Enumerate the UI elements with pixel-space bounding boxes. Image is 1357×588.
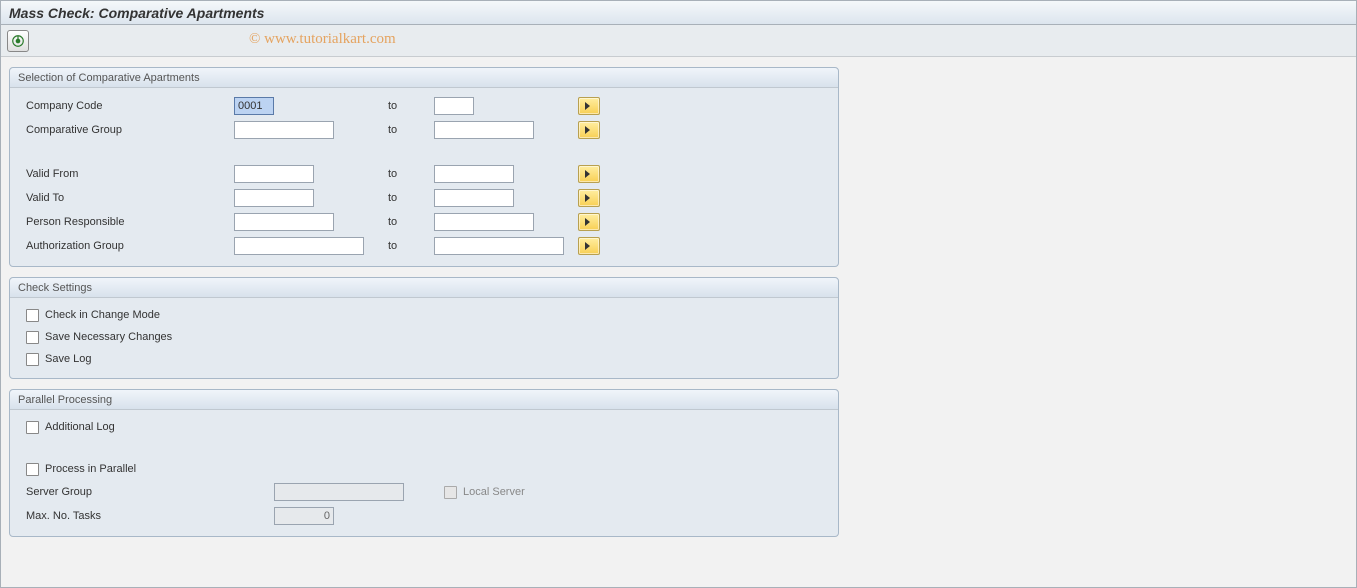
comparative-group-from-input[interactable] bbox=[234, 121, 334, 139]
server-group-input bbox=[274, 483, 404, 501]
arrow-right-icon bbox=[584, 125, 594, 135]
save-changes-checkbox[interactable] bbox=[26, 331, 39, 344]
group-parallel-processing: Parallel Processing Additional Log Proce… bbox=[9, 389, 839, 537]
to-label: to bbox=[384, 124, 434, 136]
check-change-mode-checkbox[interactable] bbox=[26, 309, 39, 322]
group-selection-header: Selection of Comparative Apartments bbox=[10, 68, 838, 88]
person-responsible-from-input[interactable] bbox=[234, 213, 334, 231]
row-save-log: Save Log bbox=[14, 348, 834, 370]
group-check-header: Check Settings bbox=[10, 278, 838, 298]
row-process-parallel: Process in Parallel bbox=[14, 458, 834, 480]
arrow-right-icon bbox=[584, 169, 594, 179]
arrow-right-icon bbox=[584, 217, 594, 227]
person-responsible-label: Person Responsible bbox=[14, 216, 234, 228]
watermark-text: © www.tutorialkart.com bbox=[249, 31, 396, 48]
row-comparative-group: Comparative Group to bbox=[14, 118, 834, 142]
additional-log-label: Additional Log bbox=[45, 421, 115, 433]
local-server-checkbox bbox=[444, 486, 457, 499]
comparative-group-label: Comparative Group bbox=[14, 124, 234, 136]
company-code-to-input[interactable] bbox=[434, 97, 474, 115]
arrow-right-icon bbox=[584, 101, 594, 111]
valid-from-to-input[interactable] bbox=[434, 165, 514, 183]
valid-to-from-input[interactable] bbox=[234, 189, 314, 207]
to-label: to bbox=[384, 216, 434, 228]
company-code-from-input[interactable] bbox=[234, 97, 274, 115]
server-group-label: Server Group bbox=[14, 486, 274, 498]
group-parallel-header: Parallel Processing bbox=[10, 390, 838, 410]
app-window: Mass Check: Comparative Apartments © www… bbox=[0, 0, 1357, 588]
person-responsible-multi-button[interactable] bbox=[578, 213, 600, 231]
group-parallel-body: Additional Log Process in Parallel Serve… bbox=[10, 410, 838, 530]
group-selection-body: Company Code to Comparative Group to bbox=[10, 88, 838, 260]
toolbar: © www.tutorialkart.com bbox=[1, 25, 1356, 57]
group-check-settings: Check Settings Check in Change Mode Save… bbox=[9, 277, 839, 379]
max-tasks-input bbox=[274, 507, 334, 525]
additional-log-checkbox[interactable] bbox=[26, 421, 39, 434]
row-save-changes: Save Necessary Changes bbox=[14, 326, 834, 348]
valid-from-multi-button[interactable] bbox=[578, 165, 600, 183]
authorization-group-to-input[interactable] bbox=[434, 237, 564, 255]
max-tasks-label: Max. No. Tasks bbox=[14, 510, 274, 522]
to-label: to bbox=[384, 100, 434, 112]
to-label: to bbox=[384, 240, 434, 252]
valid-from-label: Valid From bbox=[14, 168, 234, 180]
authorization-group-label: Authorization Group bbox=[14, 240, 234, 252]
page-title: Mass Check: Comparative Apartments bbox=[9, 5, 264, 21]
valid-from-from-input[interactable] bbox=[234, 165, 314, 183]
to-label: to bbox=[384, 168, 434, 180]
valid-to-multi-button[interactable] bbox=[578, 189, 600, 207]
valid-to-label: Valid To bbox=[14, 192, 234, 204]
execute-button[interactable] bbox=[7, 30, 29, 52]
to-label: to bbox=[384, 192, 434, 204]
row-person-responsible: Person Responsible to bbox=[14, 210, 834, 234]
arrow-right-icon bbox=[584, 241, 594, 251]
save-log-label: Save Log bbox=[45, 353, 91, 365]
process-parallel-label: Process in Parallel bbox=[45, 463, 136, 475]
comparative-group-multi-button[interactable] bbox=[578, 121, 600, 139]
person-responsible-to-input[interactable] bbox=[434, 213, 534, 231]
row-additional-log: Additional Log bbox=[14, 416, 834, 438]
group-selection: Selection of Comparative Apartments Comp… bbox=[9, 67, 839, 267]
local-server-label: Local Server bbox=[463, 486, 525, 498]
company-code-multi-button[interactable] bbox=[578, 97, 600, 115]
group-check-body: Check in Change Mode Save Necessary Chan… bbox=[10, 298, 838, 372]
save-changes-label: Save Necessary Changes bbox=[45, 331, 172, 343]
process-parallel-checkbox[interactable] bbox=[26, 463, 39, 476]
content-area: Selection of Comparative Apartments Comp… bbox=[1, 57, 1356, 587]
row-server-group: Server Group Local Server bbox=[14, 480, 834, 504]
row-company-code: Company Code to bbox=[14, 94, 834, 118]
authorization-group-from-input[interactable] bbox=[234, 237, 364, 255]
authorization-group-multi-button[interactable] bbox=[578, 237, 600, 255]
company-code-label: Company Code bbox=[14, 100, 234, 112]
row-valid-from: Valid From to bbox=[14, 162, 834, 186]
title-bar: Mass Check: Comparative Apartments bbox=[1, 1, 1356, 25]
row-check-change-mode: Check in Change Mode bbox=[14, 304, 834, 326]
execute-icon bbox=[11, 34, 25, 48]
arrow-right-icon bbox=[584, 193, 594, 203]
row-max-tasks: Max. No. Tasks bbox=[14, 504, 834, 528]
row-valid-to: Valid To to bbox=[14, 186, 834, 210]
valid-to-to-input[interactable] bbox=[434, 189, 514, 207]
check-change-mode-label: Check in Change Mode bbox=[45, 309, 160, 321]
save-log-checkbox[interactable] bbox=[26, 353, 39, 366]
comparative-group-to-input[interactable] bbox=[434, 121, 534, 139]
row-authorization-group: Authorization Group to bbox=[14, 234, 834, 258]
